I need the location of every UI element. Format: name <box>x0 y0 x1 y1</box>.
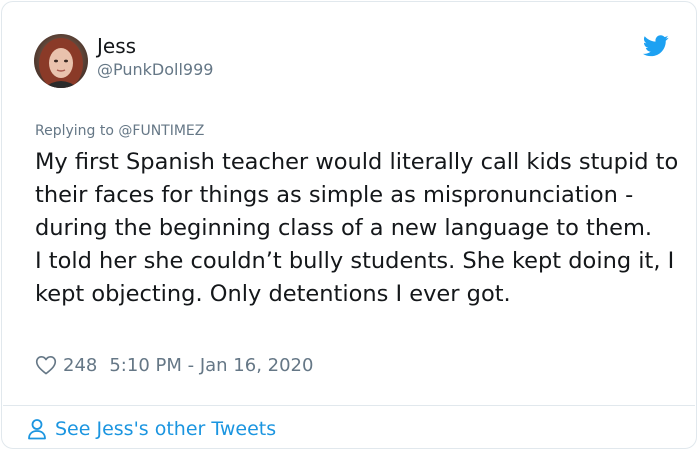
tweet-text-paragraph: I told her she couldn’t bully students. … <box>35 248 675 307</box>
author-handle[interactable]: @PunkDoll999 <box>97 60 213 80</box>
heart-outline-icon[interactable] <box>35 355 57 375</box>
timestamp-link[interactable]: 5:10 PM - Jan 16, 2020 <box>109 355 313 376</box>
see-other-tweets-label: See Jess's other Tweets <box>55 418 277 440</box>
like-count: 248 <box>63 354 98 376</box>
reply-context: Replying to @FUNTIMEZ <box>35 122 204 140</box>
twitter-bird-icon[interactable] <box>643 35 669 57</box>
reply-target-handle[interactable]: @FUNTIMEZ <box>118 123 204 139</box>
see-other-tweets-link[interactable]: See Jess's other Tweets <box>27 416 276 442</box>
divider <box>3 405 695 406</box>
reply-prefix: Replying to <box>35 123 114 139</box>
author-name[interactable]: Jess <box>97 34 136 58</box>
avatar-image <box>34 34 88 88</box>
person-outline-icon <box>28 419 46 440</box>
tweet-meta: 248 5:10 PM - Jan 16, 2020 <box>35 353 313 377</box>
tweet-text-paragraph: My first Spanish teacher would literally… <box>35 149 679 241</box>
tweet-card: Jess @PunkDoll999 Replying to @FUNTIMEZ … <box>1 1 697 449</box>
avatar[interactable] <box>34 34 88 88</box>
tweet-text: My first Spanish teacher would literally… <box>35 146 685 311</box>
